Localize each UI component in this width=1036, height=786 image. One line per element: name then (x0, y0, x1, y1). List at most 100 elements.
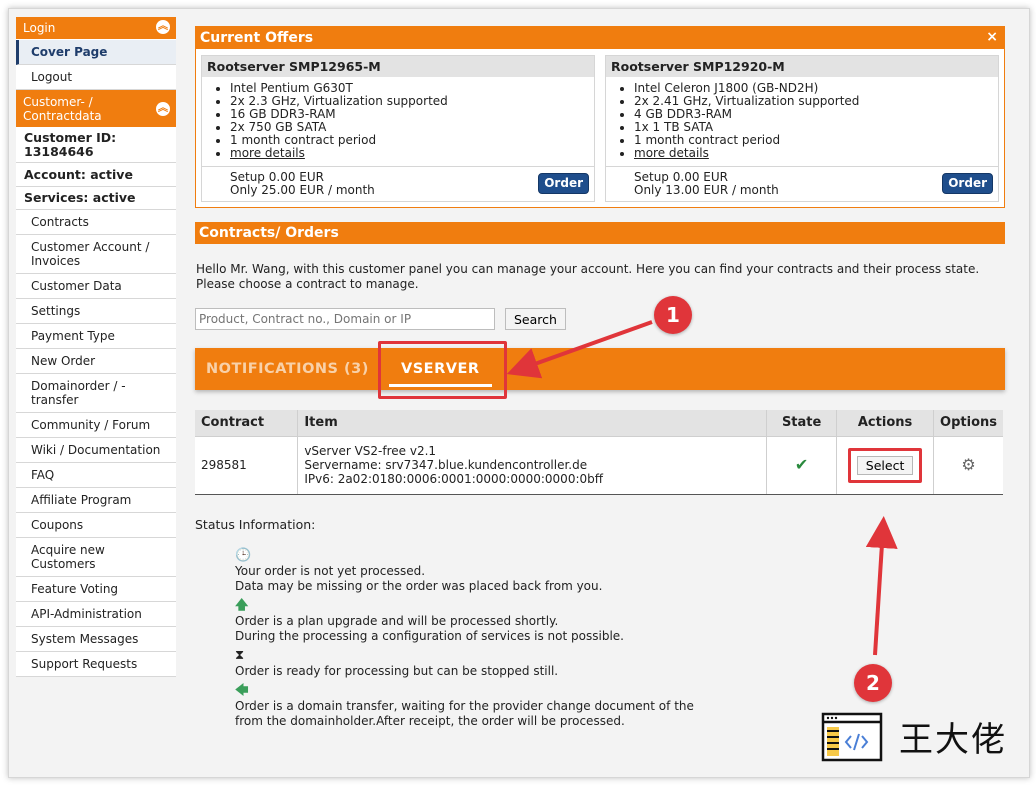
offer-card: Rootserver SMP12965-M Intel Pentium G630… (201, 55, 595, 202)
sidebar-login-header[interactable]: Login ︽ (16, 17, 176, 40)
status-item: 🡅 Order is a plan upgrade and will be pr… (235, 598, 1005, 644)
offer-footer: Setup 0.00 EUR Only 13.00 EUR / month Or… (606, 166, 998, 201)
options-cell: ⚙ (933, 436, 1003, 495)
offer-features: Intel Celeron J1800 (GB-ND2H) 2x 2.41 GH… (606, 77, 998, 162)
intro-text: Hello Mr. Wang, with this customer panel… (196, 262, 980, 291)
column-header-state: State (766, 410, 838, 437)
sidebar-item-payment-type[interactable]: Payment Type (16, 324, 176, 349)
actions-cell: Select (836, 436, 935, 495)
clock-icon: 🕒 (235, 547, 252, 563)
status-text: Order is a plan upgrade and will be proc… (235, 613, 559, 628)
status-list: 🕒 Your order is not yet processed. Data … (195, 548, 1005, 729)
browser-frame: Login ︽ Cover Page Logout Customer- / Co… (8, 8, 1030, 778)
status-item: 🕒 Your order is not yet processed. Data … (235, 548, 1005, 594)
sidebar-item-community-forum[interactable]: Community / Forum (16, 413, 176, 438)
arrow-up-icon: 🡅 (235, 597, 249, 613)
column-header-actions: Actions (836, 410, 935, 437)
state-cell: ✔ (766, 436, 838, 495)
highlight-box-select: Select (847, 447, 923, 483)
column-header-contract: Contract (195, 410, 299, 437)
step-badge-2: 2 (854, 664, 892, 702)
tab-bar: NOTIFICATIONS (3) VSERVER (195, 341, 1005, 399)
offer-price: Only 13.00 EUR / month (634, 183, 779, 197)
table-row[interactable]: 298581 vServer VS2-free v2.1 Servername:… (195, 436, 1003, 495)
offers-list: Rootserver SMP12965-M Intel Pentium G630… (196, 49, 1004, 207)
column-header-options: Options (933, 410, 1003, 437)
more-details-link[interactable]: more details (634, 146, 709, 160)
sidebar-item-cover-page[interactable]: Cover Page (16, 40, 176, 65)
offers-title: Current Offers (200, 30, 314, 46)
close-icon[interactable]: × (986, 29, 998, 45)
offer-card: Rootserver SMP12920-M Intel Celeron J180… (605, 55, 999, 202)
hourglass-icon: ⧗ (235, 647, 245, 663)
sidebar-login-label: Login (23, 21, 56, 35)
current-offers-panel: Current Offers × Rootserver SMP12965-M I… (195, 26, 1005, 208)
sidebar-item-logout[interactable]: Logout (16, 65, 176, 90)
sidebar-item-customer-data[interactable]: Customer Data (16, 274, 176, 299)
customer-id-label: Customer ID: (24, 130, 117, 145)
sidebar-customer-label-1: Customer- / (23, 95, 93, 109)
check-icon: ✔ (794, 454, 809, 474)
sidebar-item-customer-account-invoices[interactable]: Customer Account / Invoices (16, 235, 176, 274)
status-text: Your order is not yet processed. (235, 563, 426, 578)
item-ipv6: IPv6: 2a02:0180:0006:0001:0000:0000:0000… (304, 472, 604, 486)
offers-header: Current Offers × (196, 27, 1004, 49)
sidebar-customer-header[interactable]: Customer- / Contractdata ︽ (16, 90, 176, 128)
collapse-icon[interactable]: ︽ (156, 102, 170, 116)
highlight-box-vserver (378, 341, 507, 399)
services-status: Services: active (16, 187, 176, 210)
column-header-item: Item (297, 410, 768, 437)
item-cell: vServer VS2-free v2.1 Servername: srv734… (297, 436, 768, 495)
sidebar: Login ︽ Cover Page Logout Customer- / Co… (16, 17, 176, 677)
sidebar-item-coupons[interactable]: Coupons (16, 513, 176, 538)
status-text: Data may be missing or the order was pla… (235, 578, 603, 593)
sidebar-item-settings[interactable]: Settings (16, 299, 176, 324)
sidebar-item-wiki-documentation[interactable]: Wiki / Documentation (16, 438, 176, 463)
sidebar-item-faq[interactable]: FAQ (16, 463, 176, 488)
table-header-row: Contract Item State Actions Options (195, 410, 1003, 437)
offer-features: Intel Pentium G630T 2x 2.3 GHz, Virtuali… (202, 77, 594, 162)
search-input[interactable] (195, 308, 495, 330)
sidebar-item-new-order[interactable]: New Order (16, 349, 176, 374)
sidebar-item-support-requests[interactable]: Support Requests (16, 652, 176, 677)
sidebar-menu: Contracts Customer Account / Invoices Cust… (16, 210, 176, 677)
account-status: Account: active (16, 163, 176, 187)
offer-more-details-item: more details (634, 147, 998, 160)
search-row: Search (195, 308, 1005, 330)
order-button[interactable]: Order (538, 173, 589, 194)
offer-title: Rootserver SMP12920-M (606, 56, 998, 77)
status-text: During the processing a configuration of… (235, 628, 624, 643)
offer-footer: Setup 0.00 EUR Only 25.00 EUR / month Or… (202, 166, 594, 201)
customer-id-block: Customer ID: 13184646 (16, 128, 176, 163)
main-content: Current Offers × Rootserver SMP12965-M I… (195, 26, 1005, 733)
offer-title: Rootserver SMP12965-M (202, 56, 594, 77)
more-details-link[interactable]: more details (230, 146, 305, 160)
customer-id-value: 13184646 (24, 144, 94, 159)
item-name: vServer VS2-free v2.1 (304, 444, 437, 458)
code-window-icon (821, 712, 883, 762)
sidebar-item-contracts[interactable]: Contracts (16, 210, 176, 235)
status-heading: Status Information: (195, 516, 316, 532)
sidebar-item-affiliate-program[interactable]: Affiliate Program (16, 488, 176, 513)
watermark: 王大佬 (813, 706, 1029, 766)
sidebar-item-acquire-new-customers[interactable]: Acquire new Customers (16, 538, 176, 577)
offer-price: Only 25.00 EUR / month (230, 183, 375, 197)
offer-more-details-item: more details (230, 147, 594, 160)
sidebar-item-api-administration[interactable]: API-Administration (16, 602, 176, 627)
order-button[interactable]: Order (942, 173, 993, 194)
select-button[interactable]: Select (856, 455, 914, 475)
watermark-text: 王大佬 (899, 720, 1007, 760)
tab-notifications[interactable]: NOTIFICATIONS (3) (206, 361, 369, 377)
contracts-section-header: Contracts/ Orders (195, 222, 1005, 244)
contracts-table: Contract Item State Actions Options 2985… (195, 410, 1003, 495)
sidebar-item-system-messages[interactable]: System Messages (16, 627, 176, 652)
collapse-icon[interactable]: ︽ (156, 20, 170, 34)
search-button[interactable]: Search (505, 308, 566, 330)
sidebar-customer-label-2: Contractdata (23, 109, 102, 123)
item-servername: Servername: srv7347.blue.kundencontrolle… (304, 458, 588, 472)
step-badge-1: 1 (654, 296, 692, 334)
gear-icon[interactable]: ⚙ (961, 455, 975, 474)
sidebar-item-domainorder-transfer[interactable]: Domainorder / - transfer (16, 374, 176, 413)
sidebar-item-feature-voting[interactable]: Feature Voting (16, 577, 176, 602)
contract-number: 298581 (195, 436, 299, 495)
